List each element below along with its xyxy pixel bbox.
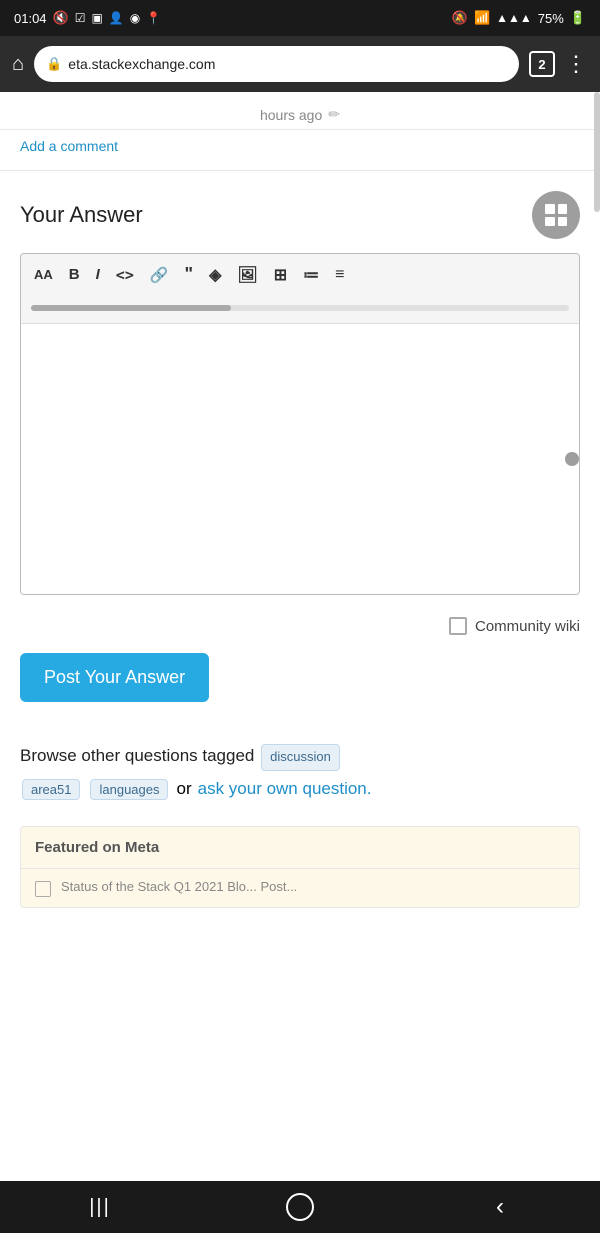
featured-item-text: Status of the Stack Q1 2021 Blo... Post.… — [61, 879, 297, 894]
camera-icon: ◉ — [130, 11, 140, 25]
add-comment-link[interactable]: Add a comment — [20, 138, 118, 154]
browse-text: Browse other questions tagged discussion — [20, 742, 580, 771]
post-answer-section: Post Your Answer — [0, 647, 600, 722]
editor-container: AA B I <> 🔗 " ◈ 🖼 ⊞ ≔ ≡ — [20, 253, 580, 595]
browse-or: or — [176, 779, 191, 799]
your-answer-title: Your Answer — [20, 202, 143, 228]
toolbar-font-size[interactable]: AA — [31, 265, 56, 284]
home-icon[interactable]: ⌂ — [12, 53, 24, 76]
toolbar-scroll-track — [31, 305, 569, 311]
editor-body[interactable] — [21, 324, 579, 594]
featured-section: Featured on Meta Status of the Stack Q1 … — [20, 826, 580, 908]
browse-prefix: Browse other questions tagged — [20, 746, 254, 765]
nav-back-button[interactable]: ‹ — [470, 1187, 530, 1227]
editor-toolbar: AA B I <> 🔗 " ◈ 🖼 ⊞ ≔ ≡ — [21, 254, 579, 324]
status-bar: 01:04 🔇 ☑ ▣ 👤 ◉ 📍 🔕 📶 ▲▲▲ 75% 🔋 — [0, 0, 600, 36]
toolbar-blockquote[interactable]: " — [182, 262, 197, 287]
featured-item: Status of the Stack Q1 2021 Blo... Post.… — [21, 869, 579, 907]
silent-icon: 🔕 — [452, 10, 468, 26]
page-content: hours ago ✏ Add a comment Your Answer AA… — [0, 92, 600, 978]
browse-tags-row: area51 languages or ask your own questio… — [20, 779, 580, 800]
status-left: 01:04 🔇 ☑ ▣ 👤 ◉ 📍 — [14, 10, 161, 26]
community-wiki-row: Community wiki — [0, 605, 600, 647]
add-comment-section: Add a comment — [0, 130, 600, 171]
hours-ago-section: hours ago ✏ — [0, 92, 600, 130]
nav-home-button[interactable] — [270, 1187, 330, 1227]
post-answer-button[interactable]: Post Your Answer — [20, 653, 209, 702]
signal-icon: ▲▲▲ — [496, 11, 532, 25]
toolbar-inline-code[interactable]: <> — [113, 264, 137, 286]
wifi-icon: 📶 — [474, 10, 490, 26]
toolbar-link[interactable]: 🔗 — [147, 264, 172, 286]
screen-icon: ▣ — [92, 11, 103, 25]
featured-item-checkbox — [35, 881, 51, 897]
editor-scrollbar-thumb — [565, 452, 579, 466]
ask-own-question-link[interactable]: ask your own question. — [198, 779, 372, 799]
edit-icon[interactable]: ✏ — [328, 106, 340, 123]
tag-badge-languages[interactable]: languages — [90, 779, 168, 800]
toolbar-image[interactable]: 🖼 — [234, 263, 260, 287]
browser-menu-icon[interactable]: ⋮ — [565, 51, 588, 77]
lock-icon: 🔒 — [46, 56, 62, 72]
tag-badge-discussion[interactable]: discussion — [261, 744, 340, 771]
home-circle-icon — [286, 1193, 314, 1221]
status-right: 🔕 📶 ▲▲▲ 75% 🔋 — [452, 10, 586, 26]
mute-icon: 🔇 — [53, 10, 69, 26]
bottom-nav: ||| ‹ — [0, 1181, 600, 1233]
time: 01:04 — [14, 11, 47, 26]
checkbox-icon: ☑ — [75, 11, 86, 25]
toolbar-ordered-list[interactable]: ≔ — [300, 263, 322, 287]
featured-header: Featured on Meta — [21, 827, 579, 869]
grid-icon — [545, 204, 567, 226]
toolbar-italic[interactable]: I — [93, 264, 103, 285]
person-icon: 👤 — [109, 11, 124, 25]
community-wiki-checkbox[interactable] — [449, 617, 467, 635]
location-icon: 📍 — [146, 11, 161, 25]
toolbar-bold[interactable]: B — [66, 264, 83, 285]
toolbar-code-block[interactable]: ◈ — [206, 263, 224, 287]
browser-bar: ⌂ 🔒 eta.stackexchange.com 2 ⋮ — [0, 36, 600, 92]
hours-ago-text: hours ago — [260, 107, 322, 123]
back-chevron-icon: ‹ — [496, 1193, 504, 1221]
your-answer-header: Your Answer — [20, 191, 580, 239]
nav-menu-button[interactable]: ||| — [70, 1187, 130, 1227]
toolbar-unordered-list[interactable]: ≡ — [332, 264, 347, 286]
battery: 75% — [538, 11, 564, 26]
url-bar[interactable]: 🔒 eta.stackexchange.com — [34, 46, 519, 82]
tab-count[interactable]: 2 — [529, 51, 555, 77]
community-wiki-label: Community wiki — [475, 618, 580, 635]
menu-lines-icon: ||| — [89, 1196, 111, 1219]
your-answer-section: Your Answer AA B I <> 🔗 " ◈ 🖼 — [0, 171, 600, 605]
toolbar-scroll-thumb — [31, 305, 231, 311]
browse-section: Browse other questions tagged discussion… — [0, 722, 600, 810]
toolbar-table[interactable]: ⊞ — [271, 263, 290, 287]
url-text: eta.stackexchange.com — [68, 56, 215, 72]
battery-icon: 🔋 — [570, 10, 586, 26]
page-scrollbar — [594, 92, 600, 212]
tag-badge-area51[interactable]: area51 — [22, 779, 80, 800]
grid-button[interactable] — [532, 191, 580, 239]
